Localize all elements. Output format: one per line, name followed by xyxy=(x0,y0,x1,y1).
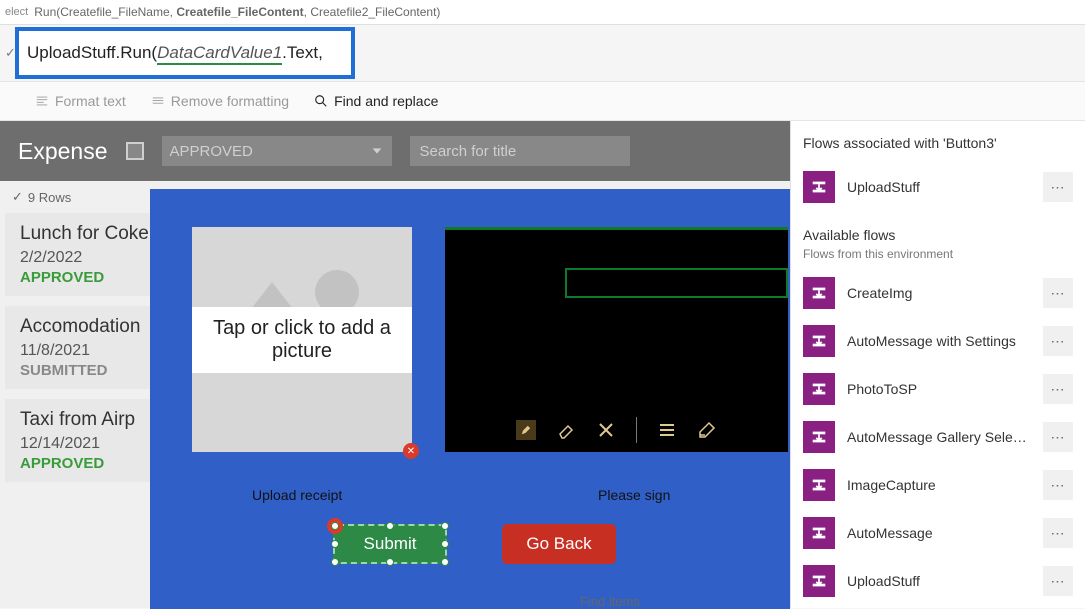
edit-icon[interactable] xyxy=(697,420,717,440)
flow-icon xyxy=(803,325,835,357)
flow-more-button[interactable]: ⋯ xyxy=(1043,278,1073,308)
flow-name: CreateImg xyxy=(847,285,1031,301)
flow-row[interactable]: UploadStuff ⋯ xyxy=(803,165,1073,209)
flow-icon xyxy=(803,421,835,453)
flow-row[interactable]: AutoMessage ⋯ xyxy=(803,511,1073,555)
flow-more-button[interactable]: ⋯ xyxy=(1043,172,1073,202)
pen-icon[interactable] xyxy=(516,420,536,440)
flow-row[interactable]: AutoMessage with Settings ⋯ xyxy=(803,319,1073,363)
flow-more-button[interactable]: ⋯ xyxy=(1043,326,1073,356)
goback-button[interactable]: Go Back xyxy=(502,524,616,564)
flow-name: AutoMessage Gallery Select... xyxy=(847,429,1031,445)
upload-modal: Tap or click to add a picture ✕ Upload r… xyxy=(150,189,790,609)
flow-name: UploadStuff xyxy=(847,573,1031,589)
flow-icon xyxy=(803,171,835,203)
flow-more-button[interactable]: ⋯ xyxy=(1043,566,1073,596)
flow-icon xyxy=(803,373,835,405)
flow-row[interactable]: ImageCapture ⋯ xyxy=(803,463,1073,507)
status-dropdown[interactable]: APPROVED xyxy=(162,136,392,166)
check-icon: ✓ xyxy=(12,189,23,205)
format-icon xyxy=(35,94,49,108)
flow-more-button[interactable]: ⋯ xyxy=(1043,518,1073,548)
canvas-area: Expense APPROVED Search for title ✓ 9 Ro… xyxy=(0,121,790,608)
flows-panel-header: Flows associated with 'Button3' xyxy=(803,135,1073,151)
flow-name: AutoMessage xyxy=(847,525,1031,541)
flow-more-button[interactable]: ⋯ xyxy=(1043,422,1073,452)
image-picker[interactable]: Tap or click to add a picture ✕ xyxy=(192,227,412,452)
flow-more-button[interactable]: ⋯ xyxy=(1043,470,1073,500)
remove-formatting-button[interactable]: Remove formatting xyxy=(151,93,289,109)
flow-icon xyxy=(803,469,835,501)
flow-row[interactable]: UploadStuff ⋯ xyxy=(803,559,1073,603)
flow-row[interactable]: AutoMessage Gallery Select... ⋯ xyxy=(803,415,1073,459)
upload-label: Upload receipt xyxy=(252,487,342,503)
flow-row[interactable]: PhotoToSP ⋯ xyxy=(803,367,1073,411)
eraser-icon[interactable] xyxy=(556,420,576,440)
remove-format-icon xyxy=(151,94,165,108)
check-icon: ✓ xyxy=(5,45,16,61)
search-input[interactable]: Search for title xyxy=(410,136,630,166)
signature-toolbar xyxy=(445,408,788,452)
flow-name: ImageCapture xyxy=(847,477,1031,493)
flow-more-button[interactable]: ⋯ xyxy=(1043,374,1073,404)
flow-icon xyxy=(803,517,835,549)
close-icon[interactable]: ✕ xyxy=(403,443,419,459)
available-flows-header: Available flows xyxy=(803,227,1073,243)
flow-icon xyxy=(803,565,835,597)
formula-toolbar: Format text Remove formatting Find and r… xyxy=(0,81,1085,121)
flow-name: UploadStuff xyxy=(847,179,1031,195)
flow-icon xyxy=(803,277,835,309)
expense-header: Expense APPROVED Search for title xyxy=(0,121,790,181)
available-flows-sub: Flows from this environment xyxy=(803,247,1073,261)
sign-label: Please sign xyxy=(598,487,670,503)
clear-icon[interactable] xyxy=(596,420,616,440)
page-title: Expense xyxy=(18,138,108,165)
intellisense-hint: elect Run(Createfile_FileName, Createfil… xyxy=(0,0,1085,25)
flows-panel: Flows associated with 'Button3' UploadSt… xyxy=(790,121,1085,608)
flow-row[interactable]: CreateImg ⋯ xyxy=(803,271,1073,315)
flow-name: PhotoToSP xyxy=(847,381,1031,397)
submit-button[interactable]: ✕ Submit xyxy=(333,524,447,564)
search-icon xyxy=(314,94,328,108)
find-replace-button[interactable]: Find and replace xyxy=(314,93,438,109)
formula-bar[interactable]: ✓ UploadStuff.Run(DataCardValue1.Text, xyxy=(15,27,355,79)
flow-name: AutoMessage with Settings xyxy=(847,333,1031,349)
format-text-button[interactable]: Format text xyxy=(35,93,126,109)
filter-checkbox[interactable] xyxy=(126,142,144,160)
selection-rect xyxy=(565,268,788,298)
chevron-down-icon xyxy=(370,144,384,158)
signature-box[interactable] xyxy=(445,227,788,452)
lines-icon[interactable] xyxy=(657,420,677,440)
